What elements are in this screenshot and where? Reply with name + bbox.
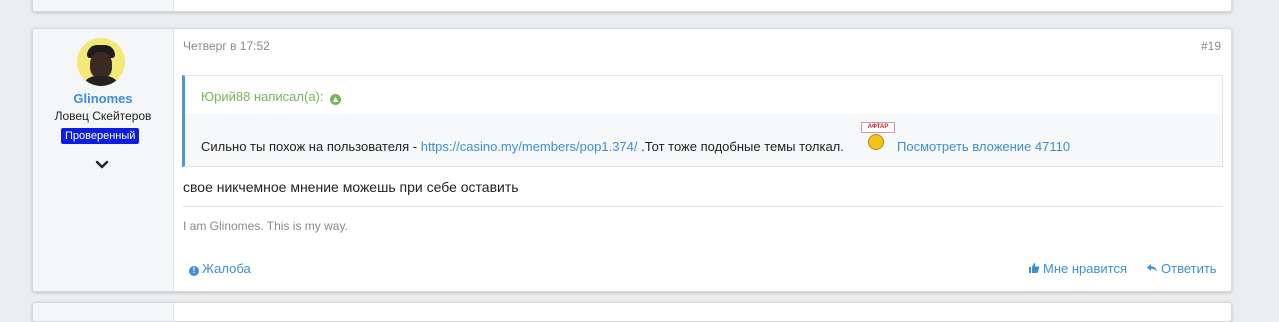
- attachment-link[interactable]: Посмотреть вложение 47110: [897, 139, 1070, 154]
- reply-button[interactable]: Ответить: [1146, 261, 1217, 276]
- quote-body: Сильно ты похож на пользователя - https:…: [185, 114, 1222, 166]
- report-button[interactable]: ! Жалоба: [189, 261, 251, 276]
- quote-header[interactable]: Юрий88 написал(а): ▲: [201, 89, 342, 105]
- post-number[interactable]: #19: [1201, 39, 1221, 53]
- user-avatar[interactable]: [77, 38, 125, 86]
- like-button[interactable]: Мне нравится: [1028, 261, 1127, 276]
- username-link[interactable]: Glinomes: [33, 91, 173, 106]
- post-message: свое никчемное мнение можешь при себе ос…: [183, 179, 519, 195]
- user-signature: I am Glinomes. This is my way.: [183, 219, 348, 233]
- exclamation-circle-icon: !: [189, 266, 199, 276]
- quote-author[interactable]: Юрий88 написал(а):: [201, 89, 323, 104]
- user-title: Ловец Скейтеров: [54, 109, 152, 123]
- quote-block: Юрий88 написал(а): ▲ Сильно ты похож на …: [182, 75, 1223, 167]
- thumbs-up-icon: [1029, 263, 1040, 273]
- smiley-sign: АФТАР: [861, 122, 895, 133]
- quote-member-link[interactable]: https://casino.my/members/pop1.374/: [421, 139, 638, 154]
- smiley-icon: АФТАР: [861, 122, 895, 154]
- quote-text: Сильно ты похож на пользователя - https:…: [201, 139, 844, 154]
- post-date[interactable]: Четверг в 17:52: [183, 39, 270, 53]
- arrow-up-circle-icon[interactable]: ▲: [330, 94, 342, 105]
- chevron-down-icon[interactable]: [94, 157, 110, 173]
- post-card: Glinomes Ловец Скейтеров Проверенный Чет…: [32, 28, 1232, 292]
- reply-arrow-icon: [1147, 264, 1157, 272]
- signature-divider: [182, 206, 1223, 207]
- user-badge: Проверенный: [61, 128, 140, 144]
- user-sidebar: Glinomes Ловец Скейтеров Проверенный: [33, 29, 174, 291]
- previous-post-card: [32, 0, 1232, 12]
- next-post-card: [32, 302, 1232, 322]
